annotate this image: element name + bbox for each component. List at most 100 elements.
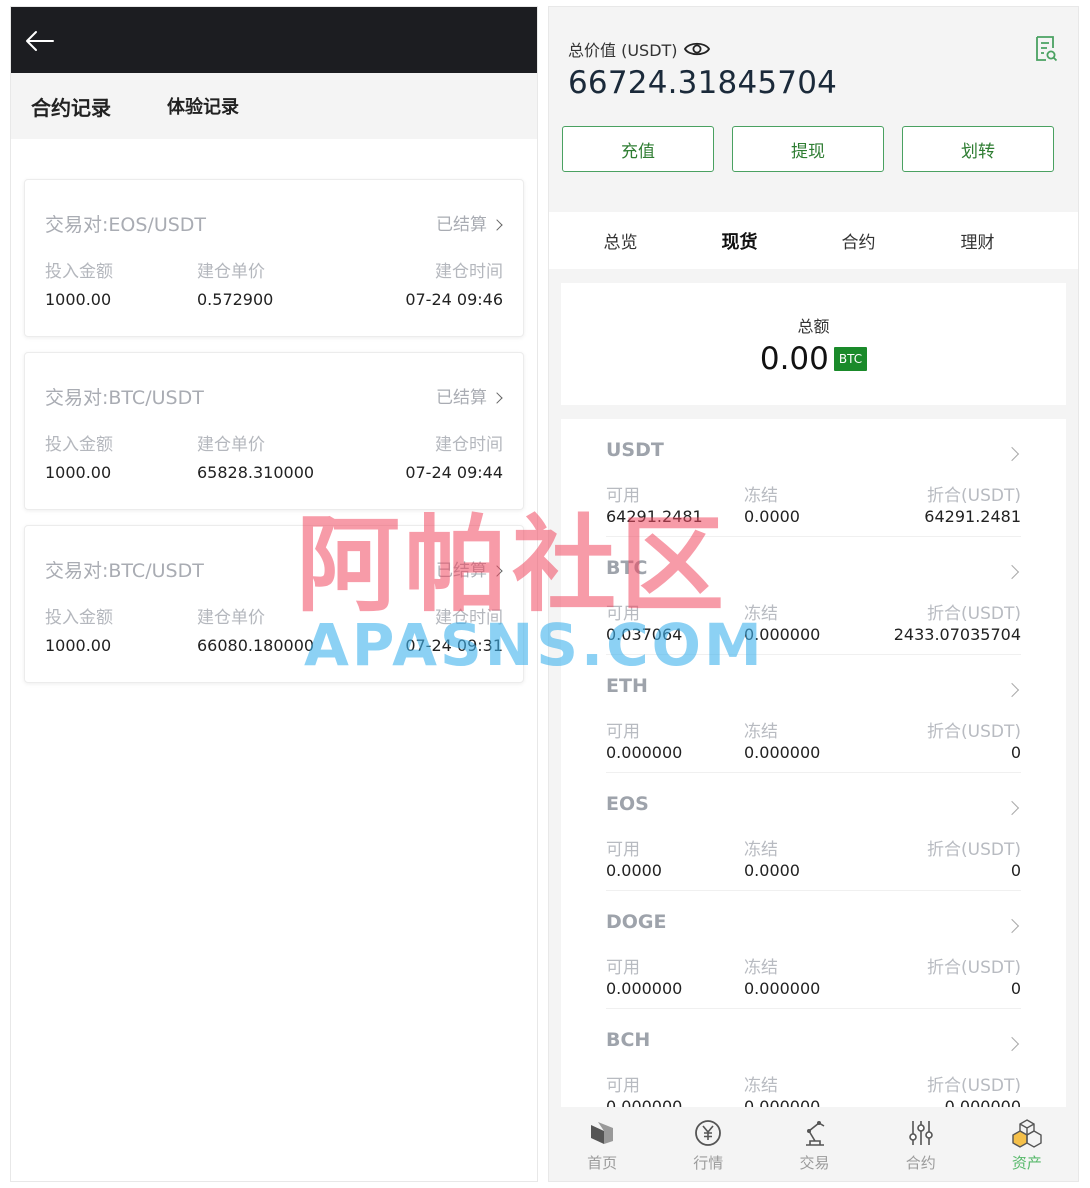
chevron-right-icon (1004, 918, 1020, 934)
tab-trial-records[interactable]: 体验记录 (167, 93, 239, 119)
chevron-right-icon (491, 219, 503, 231)
record-pair: 交易对:BTC/USDT (45, 387, 204, 409)
price-label: 建仓单价 (197, 262, 265, 282)
chevron-right-icon (491, 565, 503, 577)
nav-home[interactable]: 首页 (549, 1107, 655, 1181)
usdt-label: 折合(USDT) (927, 486, 1021, 506)
asset-row[interactable]: ETH 可用 冻结 折合(USDT) 0.000000 0.000000 0 (606, 655, 1021, 773)
asset-name: USDT (606, 439, 664, 461)
withdraw-button[interactable]: 提现 (732, 126, 884, 172)
price-value: 65828.310000 (197, 463, 315, 482)
usdt-value: 64291.2481 (924, 507, 1021, 526)
asset-row[interactable]: EOS 可用 冻结 折合(USDT) 0.0000 0.0000 0 (606, 773, 1021, 891)
trade-arm-icon (805, 1121, 824, 1146)
asset-name: BCH (606, 1029, 651, 1051)
nav-label: 合约 (905, 1154, 936, 1172)
available-value: 0.000000 (606, 979, 683, 998)
record-status: 已结算 (436, 383, 503, 408)
transfer-button[interactable]: 划转 (902, 126, 1054, 172)
nav-label: 交易 (799, 1154, 830, 1172)
nav-market[interactable]: 行情 (655, 1107, 761, 1181)
chevron-right-icon (1004, 1036, 1020, 1052)
summary-card: 总额 0.00 BTC (561, 283, 1066, 405)
chevron-right-icon (491, 392, 503, 404)
record-card[interactable]: 交易对:BTC/USDT 已结算 投入金额 建仓单价 建仓时间 1000.00 … (24, 525, 524, 683)
record-card[interactable]: 交易对:EOS/USDT 已结算 投入金额 建仓单价 建仓时间 1000.00 … (24, 179, 524, 337)
nav-contract[interactable]: 合约 (868, 1107, 974, 1181)
back-arrow-icon[interactable] (23, 29, 55, 53)
tab-contract[interactable]: 合约 (799, 228, 918, 253)
tab-overview[interactable]: 总览 (561, 228, 680, 253)
nav-label: 行情 (693, 1154, 724, 1172)
record-card[interactable]: 交易对:BTC/USDT 已结算 投入金额 建仓单价 建仓时间 1000.00 … (24, 352, 524, 510)
sliders-icon (908, 1121, 933, 1145)
asset-name: ETH (606, 675, 648, 697)
chevron-right-icon (1004, 564, 1020, 580)
price-value: 66080.180000 (197, 636, 315, 655)
amount-value: 1000.00 (45, 290, 112, 309)
yen-coin-icon (695, 1120, 722, 1146)
top-bar (11, 7, 537, 73)
record-list: 交易对:EOS/USDT 已结算 投入金额 建仓单价 建仓时间 1000.00 … (11, 139, 537, 683)
available-value: 64291.2481 (606, 507, 703, 526)
frozen-value: 0.000000 (744, 625, 821, 644)
records-document-icon[interactable] (1034, 35, 1058, 63)
tab-contract-records[interactable]: 合约记录 (31, 92, 111, 121)
amount-value: 1000.00 (45, 636, 112, 655)
deposit-button[interactable]: 充值 (562, 126, 714, 172)
frozen-value: 0.0000 (744, 861, 800, 880)
total-value: 66724.31845704 (568, 65, 838, 101)
assets-screen: 总价值 (USDT) 66724.31845704 充值 提现 划转 总览 现货… (548, 6, 1079, 1182)
home-icon (591, 1122, 614, 1144)
assets-header: 总价值 (USDT) 66724.31845704 充值 提现 划转 (549, 7, 1078, 212)
unit-badge: BTC (833, 347, 868, 371)
usdt-label: 折合(USDT) (927, 604, 1021, 624)
time-label: 建仓时间 (435, 262, 503, 282)
frozen-label: 冻结 (744, 1076, 778, 1096)
available-value: 0.037064 (606, 625, 683, 644)
status-text: 已结算 (436, 561, 487, 581)
tab-finance[interactable]: 理财 (918, 228, 1037, 253)
eye-icon[interactable] (683, 40, 710, 58)
frozen-value: 0.000000 (744, 979, 821, 998)
price-label: 建仓单价 (197, 608, 265, 628)
asset-row[interactable]: USDT 可用 冻结 折合(USDT) 64291.2481 0.0000 64… (606, 419, 1021, 537)
action-buttons: 充值 提现 划转 (562, 126, 1054, 172)
usdt-label: 折合(USDT) (927, 1076, 1021, 1096)
usdt-label: 折合(USDT) (927, 840, 1021, 860)
available-label: 可用 (606, 958, 640, 978)
asset-row[interactable]: DOGE 可用 冻结 折合(USDT) 0.000000 0.000000 0 (606, 891, 1021, 1009)
available-label: 可用 (606, 722, 640, 742)
usdt-label: 折合(USDT) (927, 722, 1021, 742)
amount-label: 投入金额 (45, 435, 113, 455)
summary-value: 0.00 (759, 341, 829, 377)
time-value: 07-24 09:46 (405, 290, 503, 309)
chevron-right-icon (1004, 446, 1020, 462)
nav-label: 资产 (1011, 1154, 1042, 1172)
asset-row[interactable]: BTC 可用 冻结 折合(USDT) 0.037064 0.000000 243… (606, 537, 1021, 655)
usdt-label: 折合(USDT) (927, 958, 1021, 978)
usdt-value: 0 (1010, 743, 1021, 762)
available-label: 可用 (606, 604, 640, 624)
chevron-right-icon (1004, 682, 1020, 698)
frozen-value: 0.0000 (744, 507, 800, 526)
chevron-right-icon (1004, 800, 1020, 816)
available-label: 可用 (606, 840, 640, 860)
nav-trade[interactable]: 交易 (761, 1107, 867, 1181)
usdt-value: 2433.07035704 (893, 625, 1021, 644)
available-value: 0.000000 (606, 743, 683, 762)
frozen-label: 冻结 (744, 958, 778, 978)
asset-row[interactable]: BCH 可用 冻结 折合(USDT) 0.000000 0.000000 0.0… (606, 1009, 1021, 1119)
asset-tabs: 总览 现货 合约 理财 (549, 212, 1078, 269)
cubes-icon (1012, 1119, 1042, 1148)
record-status: 已结算 (436, 556, 503, 581)
amount-label: 投入金额 (45, 262, 113, 282)
time-value: 07-24 09:31 (405, 636, 503, 655)
available-value: 0.0000 (606, 861, 662, 880)
amount-label: 投入金额 (45, 608, 113, 628)
record-pair: 交易对:EOS/USDT (45, 214, 207, 236)
frozen-label: 冻结 (744, 604, 778, 624)
record-status: 已结算 (436, 210, 503, 235)
nav-assets[interactable]: 资产 (974, 1107, 1078, 1181)
tab-spot[interactable]: 现货 (680, 228, 799, 254)
